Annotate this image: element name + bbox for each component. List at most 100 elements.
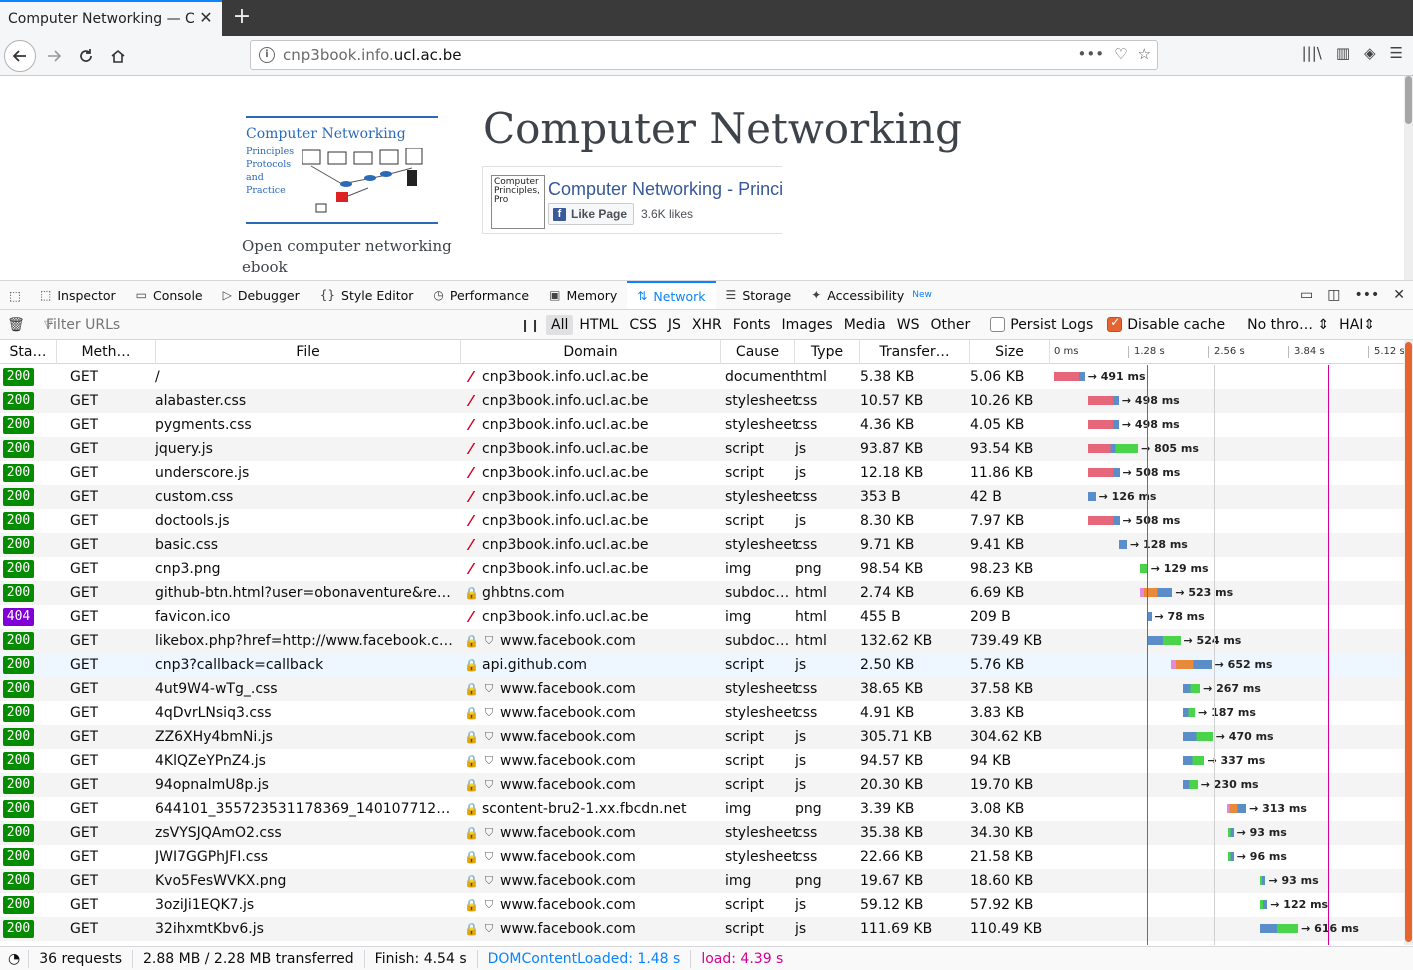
table-row[interactable]: 200 GET underscore.js ⁄ cnp3book.info.ucl.ac… (0, 461, 1404, 485)
reload-button[interactable] (72, 42, 100, 70)
tab-performance[interactable]: ◷ Performance (423, 281, 539, 309)
disable-cache-checkbox[interactable]: Disable cache (1107, 315, 1225, 333)
extension-icon[interactable]: ◈ (1364, 44, 1376, 62)
site-info-icon[interactable]: i (259, 47, 275, 63)
clear-requests-icon[interactable]: 🗑 (0, 317, 32, 333)
table-row[interactable]: 200 GET zsVYSJQAmO2.css 🔒 ⛉ www.facebook.com s… (0, 821, 1404, 845)
table-row[interactable]: 200 GET doctools.js ⁄ cnp3book.info.ucl.ac.b… (0, 509, 1404, 533)
accessibility-icon: ✦ (811, 288, 822, 302)
table-row[interactable]: 200 GET alabaster.css ⁄ cnp3book.info.ucl.ac… (0, 389, 1404, 413)
persist-logs-checkbox[interactable]: Persist Logs (990, 317, 1093, 333)
performance-analysis-icon[interactable]: ◔ (0, 949, 30, 968)
close-devtools-icon[interactable]: ✕ (1393, 287, 1405, 303)
status-badge: 200 (3, 392, 34, 410)
back-button[interactable] (4, 40, 36, 72)
tab-accessibility[interactable]: ✦ Accessibility New (801, 281, 942, 309)
table-row[interactable]: 200 GET github-btn.html?user=obonaventure&… (0, 581, 1404, 605)
domain-name: ghbtns.com (482, 585, 565, 601)
table-row[interactable]: 200 GET cnp3.png ⁄ cnp3book.info.ucl.ac.be im… (0, 557, 1404, 581)
close-tab-icon[interactable]: ✕ (198, 10, 214, 26)
table-row[interactable]: 200 GET 4KlQZeYPnZ4.js 🔒 ⛉ www.facebook.com sc… (0, 749, 1404, 773)
column-domain[interactable]: Domain (461, 340, 721, 364)
filter-type-other[interactable]: Other (925, 315, 975, 335)
book-logo[interactable]: Computer Networking Principles Protocols… (246, 116, 438, 224)
menu-icon[interactable]: ☰ (1390, 44, 1403, 62)
table-row[interactable]: 200 GET 32ihxmtKbv6.js 🔒 ⛉ www.facebook.com sc… (0, 917, 1404, 941)
table-row[interactable]: 200 GET cnp3?callback=callback 🔒 api.github.… (0, 653, 1404, 677)
filter-type-html[interactable]: HTML (574, 315, 623, 335)
page-scrollbar[interactable] (1404, 76, 1413, 280)
table-row[interactable]: 404 GET favicon.ico ⁄ cnp3book.info.ucl.ac.b… (0, 605, 1404, 629)
table-row[interactable]: 200 GET / ⁄ cnp3book.info.ucl.ac.be document h… (0, 365, 1404, 389)
table-row[interactable]: 200 GET 3oziJi1EQK7.js 🔒 ⛉ www.facebook.com sc… (0, 893, 1404, 917)
requests-scrollbar[interactable] (1404, 340, 1413, 945)
waterfall-duration-label: → 498 ms (1121, 394, 1180, 407)
tab-console[interactable]: ▭ Console (126, 281, 213, 309)
tab-network[interactable]: ⇅ Network (627, 281, 716, 309)
column-file[interactable]: File (156, 340, 461, 364)
facebook-page-name[interactable]: Computer Networking - Princi (548, 179, 782, 200)
filter-type-xhr[interactable]: XHR (687, 315, 727, 335)
table-row[interactable]: 200 GET ZZ6XHy4bmNi.js 🔒 ⛉ www.facebook.com sc… (0, 725, 1404, 749)
pause-recording-icon[interactable]: ❙❙ (520, 318, 546, 332)
filter-urls-input[interactable] (32, 312, 512, 337)
dock-options-icon[interactable]: ▭ (1300, 287, 1313, 303)
filter-type-all[interactable]: All (546, 314, 574, 335)
waterfall-duration-label: → 805 ms (1141, 442, 1199, 455)
domain-cell: 🔒 ⛉ www.facebook.com (464, 917, 720, 941)
new-tab-icon[interactable]: + (230, 6, 254, 30)
filter-type-css[interactable]: CSS (624, 315, 662, 335)
forward-button[interactable] (40, 42, 68, 70)
har-menu[interactable]: HAI⇕ (1339, 317, 1375, 333)
transferred-cell: 19.67 KB (860, 873, 924, 889)
element-picker-icon[interactable]: ⬚ (0, 281, 30, 309)
table-row[interactable]: 200 GET 4qDvrLNsiq3.css 🔒 ⛉ www.facebook.com s… (0, 701, 1404, 725)
filter-type-fonts[interactable]: Fonts (728, 315, 776, 335)
waterfall-duration-label: → 523 ms (1175, 586, 1234, 599)
table-row[interactable]: 200 GET custom.css ⁄ cnp3book.info.ucl.ac.be… (0, 485, 1404, 509)
more-options-icon[interactable]: ••• (1354, 287, 1379, 303)
pocket-icon[interactable]: ♡ (1114, 45, 1127, 63)
column-size[interactable]: Size (970, 340, 1050, 364)
waterfall-duration-label: → 498 ms (1121, 418, 1180, 431)
waterfall-bar (1087, 444, 1139, 453)
tab-style-editor[interactable]: {} Style Editor (310, 281, 424, 309)
facebook-like-button[interactable]: f Like Page (548, 203, 634, 225)
tab-memory[interactable]: ▣ Memory (539, 281, 627, 309)
browser-tab[interactable]: Computer Networking — C ✕ (0, 0, 222, 36)
bookmark-star-icon[interactable]: ☆ (1138, 45, 1151, 63)
table-row[interactable]: 200 GET JWI7GGPhJFI.css 🔒 ⛉ www.facebook.com s… (0, 845, 1404, 869)
column-method[interactable]: Meth… (57, 340, 156, 364)
transferred-cell: 2.74 KB (860, 585, 915, 601)
waterfall-bar (1183, 756, 1205, 765)
column-status[interactable]: Sta… (0, 340, 57, 364)
column-type[interactable]: Type (795, 340, 860, 364)
tab-debugger[interactable]: ▷ Debugger (213, 281, 310, 309)
table-row[interactable]: 200 GET basic.css ⁄ cnp3book.info.ucl.ac.be s… (0, 533, 1404, 557)
table-row[interactable]: 200 GET Kvo5FesWVKX.png 🔒 ⛉ www.facebook.com i… (0, 869, 1404, 893)
method-cell: GET (70, 585, 99, 601)
tab-storage[interactable]: ☰ Storage (716, 281, 802, 309)
filter-type-images[interactable]: Images (777, 315, 838, 335)
column-transferred[interactable]: Transfer… (860, 340, 970, 364)
table-row[interactable]: 200 GET pygments.css ⁄ cnp3book.info.ucl.ac.… (0, 413, 1404, 437)
sidebar-icon[interactable]: ▥ (1336, 44, 1350, 62)
home-button[interactable] (104, 42, 132, 70)
filter-type-ws[interactable]: WS (892, 315, 925, 335)
split-console-icon[interactable]: ◫ (1327, 287, 1340, 303)
url-bar[interactable]: i cnp3book.info. ucl.ac.be ••• ♡ ☆ (250, 40, 1158, 70)
table-row[interactable]: 200 GET likebox.php?href=http://www.facebo… (0, 629, 1404, 653)
library-icon[interactable]: |||\ (1302, 44, 1322, 62)
filter-type-js[interactable]: JS (663, 315, 686, 335)
column-waterfall[interactable]: 0 ms 1.28 s 2.56 s 3.84 s 5.12 s (1050, 340, 1404, 364)
tab-inspector[interactable]: ⬚ Inspector (30, 281, 126, 309)
table-row[interactable]: 200 GET jquery.js ⁄ cnp3book.info.ucl.ac.be s… (0, 437, 1404, 461)
table-row[interactable]: 200 GET 94opnalmU8p.js 🔒 ⛉ www.facebook.com sc… (0, 773, 1404, 797)
table-row[interactable]: 200 GET 4ut9W4-wTg_.css 🔒 ⛉ www.facebook.com s… (0, 677, 1404, 701)
column-cause[interactable]: Cause (721, 340, 795, 364)
page-actions-icon[interactable]: ••• (1078, 45, 1105, 63)
table-row[interactable]: 200 GET 644101_355723531178369_1401077127_… (0, 797, 1404, 821)
filter-type-media[interactable]: Media (839, 315, 891, 335)
facebook-page-thumbnail[interactable]: Computer Principles, Pro (491, 175, 545, 229)
throttling-select[interactable]: No thro… ⇕ (1247, 317, 1329, 333)
